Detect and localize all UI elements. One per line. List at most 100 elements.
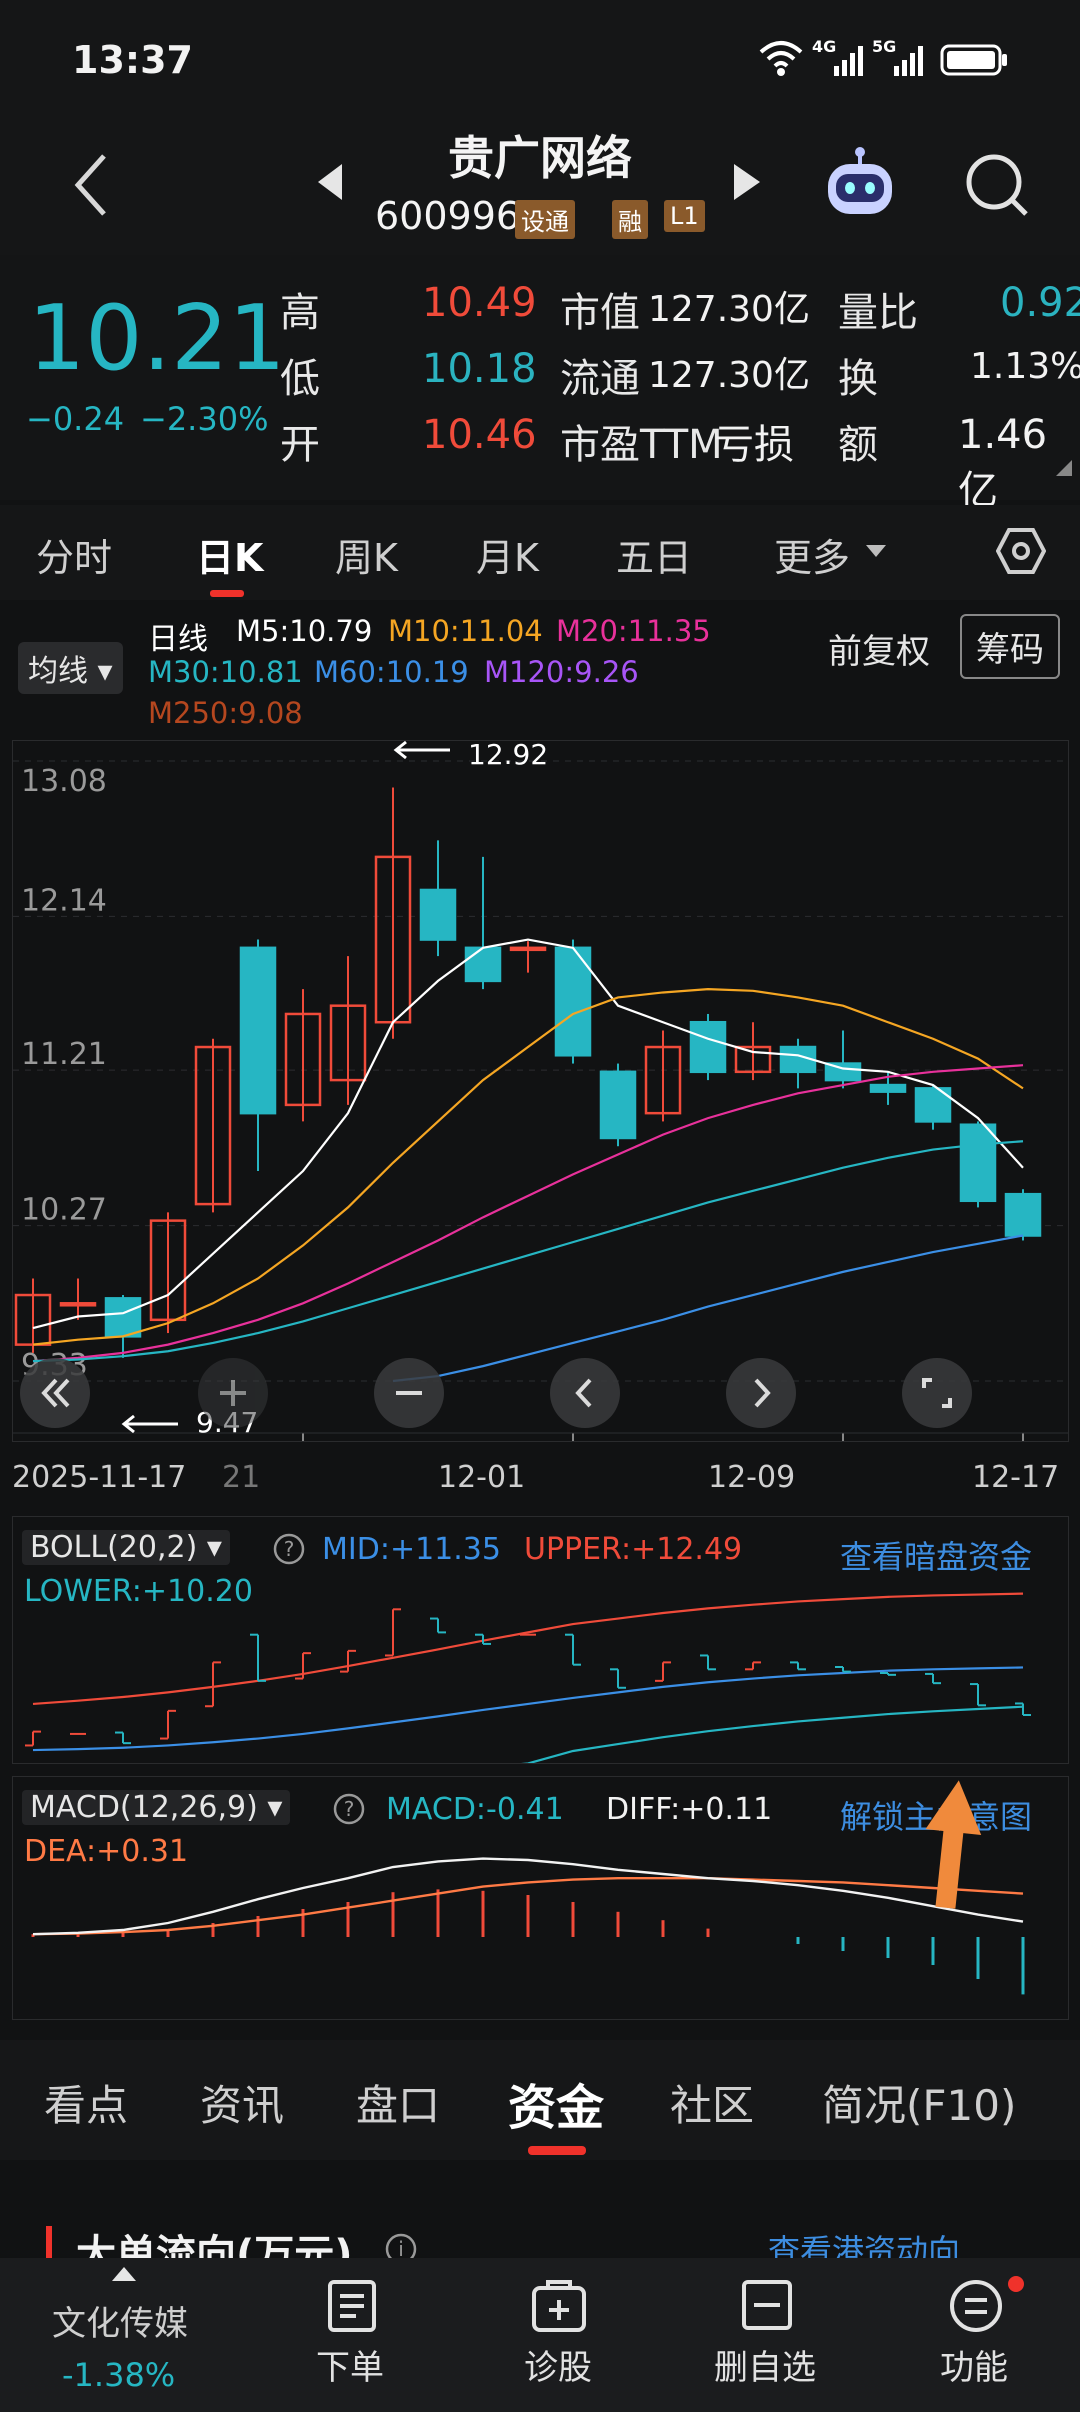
turnover-value: 1.13% bbox=[970, 346, 1080, 387]
volume-ratio-label: 量比 bbox=[838, 290, 918, 336]
x-label-1209: 12-09 bbox=[708, 1460, 796, 1495]
price-change: −0.24 bbox=[26, 400, 125, 438]
x-label-21: 21 bbox=[222, 1460, 261, 1495]
boll-selector[interactable]: BOLL(20,2) ▾ bbox=[22, 1530, 230, 1565]
tab-intraday[interactable]: 分时 bbox=[36, 527, 112, 582]
signal-5g-icon: 5G bbox=[872, 36, 928, 84]
diff-value: DIFF:+0.11 bbox=[606, 1792, 773, 1827]
sector-change: -1.38% bbox=[62, 2356, 176, 2394]
notification-dot bbox=[1008, 2276, 1024, 2292]
nav-diagnose[interactable]: 诊股 bbox=[524, 2340, 592, 2389]
boll-help-icon[interactable]: ? bbox=[272, 1532, 306, 1570]
svg-text:?: ? bbox=[284, 1537, 295, 1561]
candle-body bbox=[599, 1070, 637, 1140]
boll-mid: MID:+11.35 bbox=[322, 1532, 501, 1567]
tab-community[interactable]: 社区 bbox=[670, 2072, 754, 2133]
tab-funds[interactable]: 资金 bbox=[508, 2068, 604, 2138]
open-value: 10.46 bbox=[422, 412, 537, 458]
pe-label: 市盈TTM bbox=[560, 422, 723, 468]
function-menu-icon[interactable] bbox=[948, 2278, 1004, 2338]
collapse-left-button[interactable] bbox=[20, 1358, 90, 1428]
expand-corner-icon[interactable] bbox=[1056, 460, 1072, 480]
diagnose-icon[interactable] bbox=[530, 2278, 588, 2338]
boll-title: BOLL(20,2) bbox=[30, 1530, 198, 1565]
svg-text:?: ? bbox=[344, 1797, 355, 1821]
scroll-prev-button[interactable] bbox=[550, 1358, 620, 1428]
m5-line bbox=[32, 938, 1024, 1330]
tab-monthly-k[interactable]: 月K bbox=[476, 527, 539, 582]
mcap-value: 127.30亿 bbox=[648, 289, 810, 330]
candle-body bbox=[689, 1020, 727, 1074]
nav-remove-watchlist[interactable]: 删自选 bbox=[714, 2340, 816, 2389]
macd-help-icon[interactable]: ? bbox=[332, 1792, 366, 1830]
tab-highlights[interactable]: 看点 bbox=[44, 2072, 128, 2133]
search-icon[interactable] bbox=[962, 150, 1032, 224]
zoom-out-button[interactable] bbox=[374, 1358, 444, 1428]
y-tick-label: 10.27 bbox=[21, 1193, 107, 1228]
chart-settings-icon[interactable] bbox=[995, 526, 1047, 580]
svg-text:4G: 4G bbox=[812, 37, 836, 56]
badge-connect: 设通 bbox=[515, 200, 575, 239]
boll-lower-line bbox=[521, 1705, 1024, 1763]
nav-order[interactable]: 下单 bbox=[316, 2340, 384, 2389]
ma20-legend: M20:11.35 bbox=[556, 614, 711, 648]
x-label-start: 2025-11-17 bbox=[12, 1460, 187, 1495]
order-icon[interactable] bbox=[326, 2278, 378, 2338]
tab-five-day[interactable]: 五日 bbox=[616, 527, 692, 582]
pe-value: 亏损 bbox=[714, 422, 794, 468]
chips-button[interactable]: 筹码 bbox=[960, 614, 1060, 679]
tab-orderbook[interactable]: 盘口 bbox=[356, 2072, 440, 2133]
prev-stock-icon[interactable] bbox=[318, 164, 344, 204]
macd-title: MACD(12,26,9) bbox=[30, 1790, 258, 1825]
adjust-mode[interactable]: 前复权 bbox=[828, 624, 930, 673]
turnover-label: 换 bbox=[838, 356, 878, 402]
signal-4g-icon: 4G bbox=[812, 36, 868, 84]
x-label-1217: 12-17 bbox=[972, 1460, 1060, 1495]
tab-more[interactable]: 更多 bbox=[774, 527, 850, 582]
candle-body bbox=[959, 1123, 997, 1203]
ma10-legend: M10:11.04 bbox=[388, 614, 543, 648]
zoom-in-button[interactable] bbox=[198, 1358, 268, 1428]
tab-weekly-k[interactable]: 周K bbox=[335, 527, 398, 582]
back-icon[interactable] bbox=[70, 150, 110, 224]
ma-legend-line: 日线 bbox=[148, 622, 208, 657]
candle-body bbox=[419, 888, 457, 941]
tab-news[interactable]: 资讯 bbox=[200, 2072, 284, 2133]
fullscreen-button[interactable] bbox=[902, 1358, 972, 1428]
candle-body bbox=[104, 1297, 142, 1338]
mcap-label: 市值 bbox=[560, 290, 640, 336]
boll-upper-line bbox=[32, 1592, 1024, 1706]
badge-l1: L1 bbox=[664, 200, 705, 232]
active-tab-indicator bbox=[210, 590, 244, 597]
candle-body bbox=[509, 946, 547, 952]
funds-tab-indicator bbox=[528, 2146, 586, 2155]
high-label: 高 bbox=[280, 290, 320, 336]
nav-function[interactable]: 功能 bbox=[940, 2340, 1008, 2389]
ma-selector[interactable]: 均线 ▾ bbox=[18, 642, 123, 694]
boll-upper: UPPER:+12.49 bbox=[524, 1532, 743, 1567]
ma250-legend: M250:9.08 bbox=[148, 696, 303, 730]
robot-assistant-icon[interactable] bbox=[820, 146, 900, 224]
y-tick-label: 12.14 bbox=[21, 883, 107, 918]
wifi-icon bbox=[758, 38, 804, 82]
scroll-next-button[interactable] bbox=[726, 1358, 796, 1428]
tab-profile-f10[interactable]: 简况(F10) bbox=[822, 2072, 1016, 2133]
ma60-legend: M60:10.19 bbox=[314, 655, 469, 689]
float-value: 127.30亿 bbox=[648, 355, 810, 396]
dark-pool-link[interactable]: 查看暗盘资金 bbox=[840, 1532, 1032, 1578]
stock-name: 贵广网络 bbox=[448, 131, 632, 185]
sector-up-caret-icon bbox=[112, 2266, 136, 2285]
candle-body bbox=[239, 946, 277, 1115]
kline-chart[interactable]: 13.0812.1411.2110.279.33 bbox=[12, 740, 1069, 1442]
remove-watchlist-icon[interactable] bbox=[740, 2278, 794, 2336]
last-price: 10.21 bbox=[28, 286, 286, 391]
ma-selector-label: 均线 bbox=[28, 654, 88, 689]
next-stock-icon[interactable] bbox=[734, 164, 760, 204]
macd-selector[interactable]: MACD(12,26,9) ▾ bbox=[22, 1790, 291, 1825]
y-tick-label: 11.21 bbox=[21, 1037, 107, 1072]
m30-line bbox=[32, 1140, 1024, 1363]
tab-daily-k[interactable]: 日K bbox=[196, 527, 263, 582]
ma120-legend: M120:9.26 bbox=[484, 655, 639, 689]
sector-name[interactable]: 文化传媒 bbox=[52, 2296, 188, 2345]
low-label: 低 bbox=[280, 356, 320, 402]
